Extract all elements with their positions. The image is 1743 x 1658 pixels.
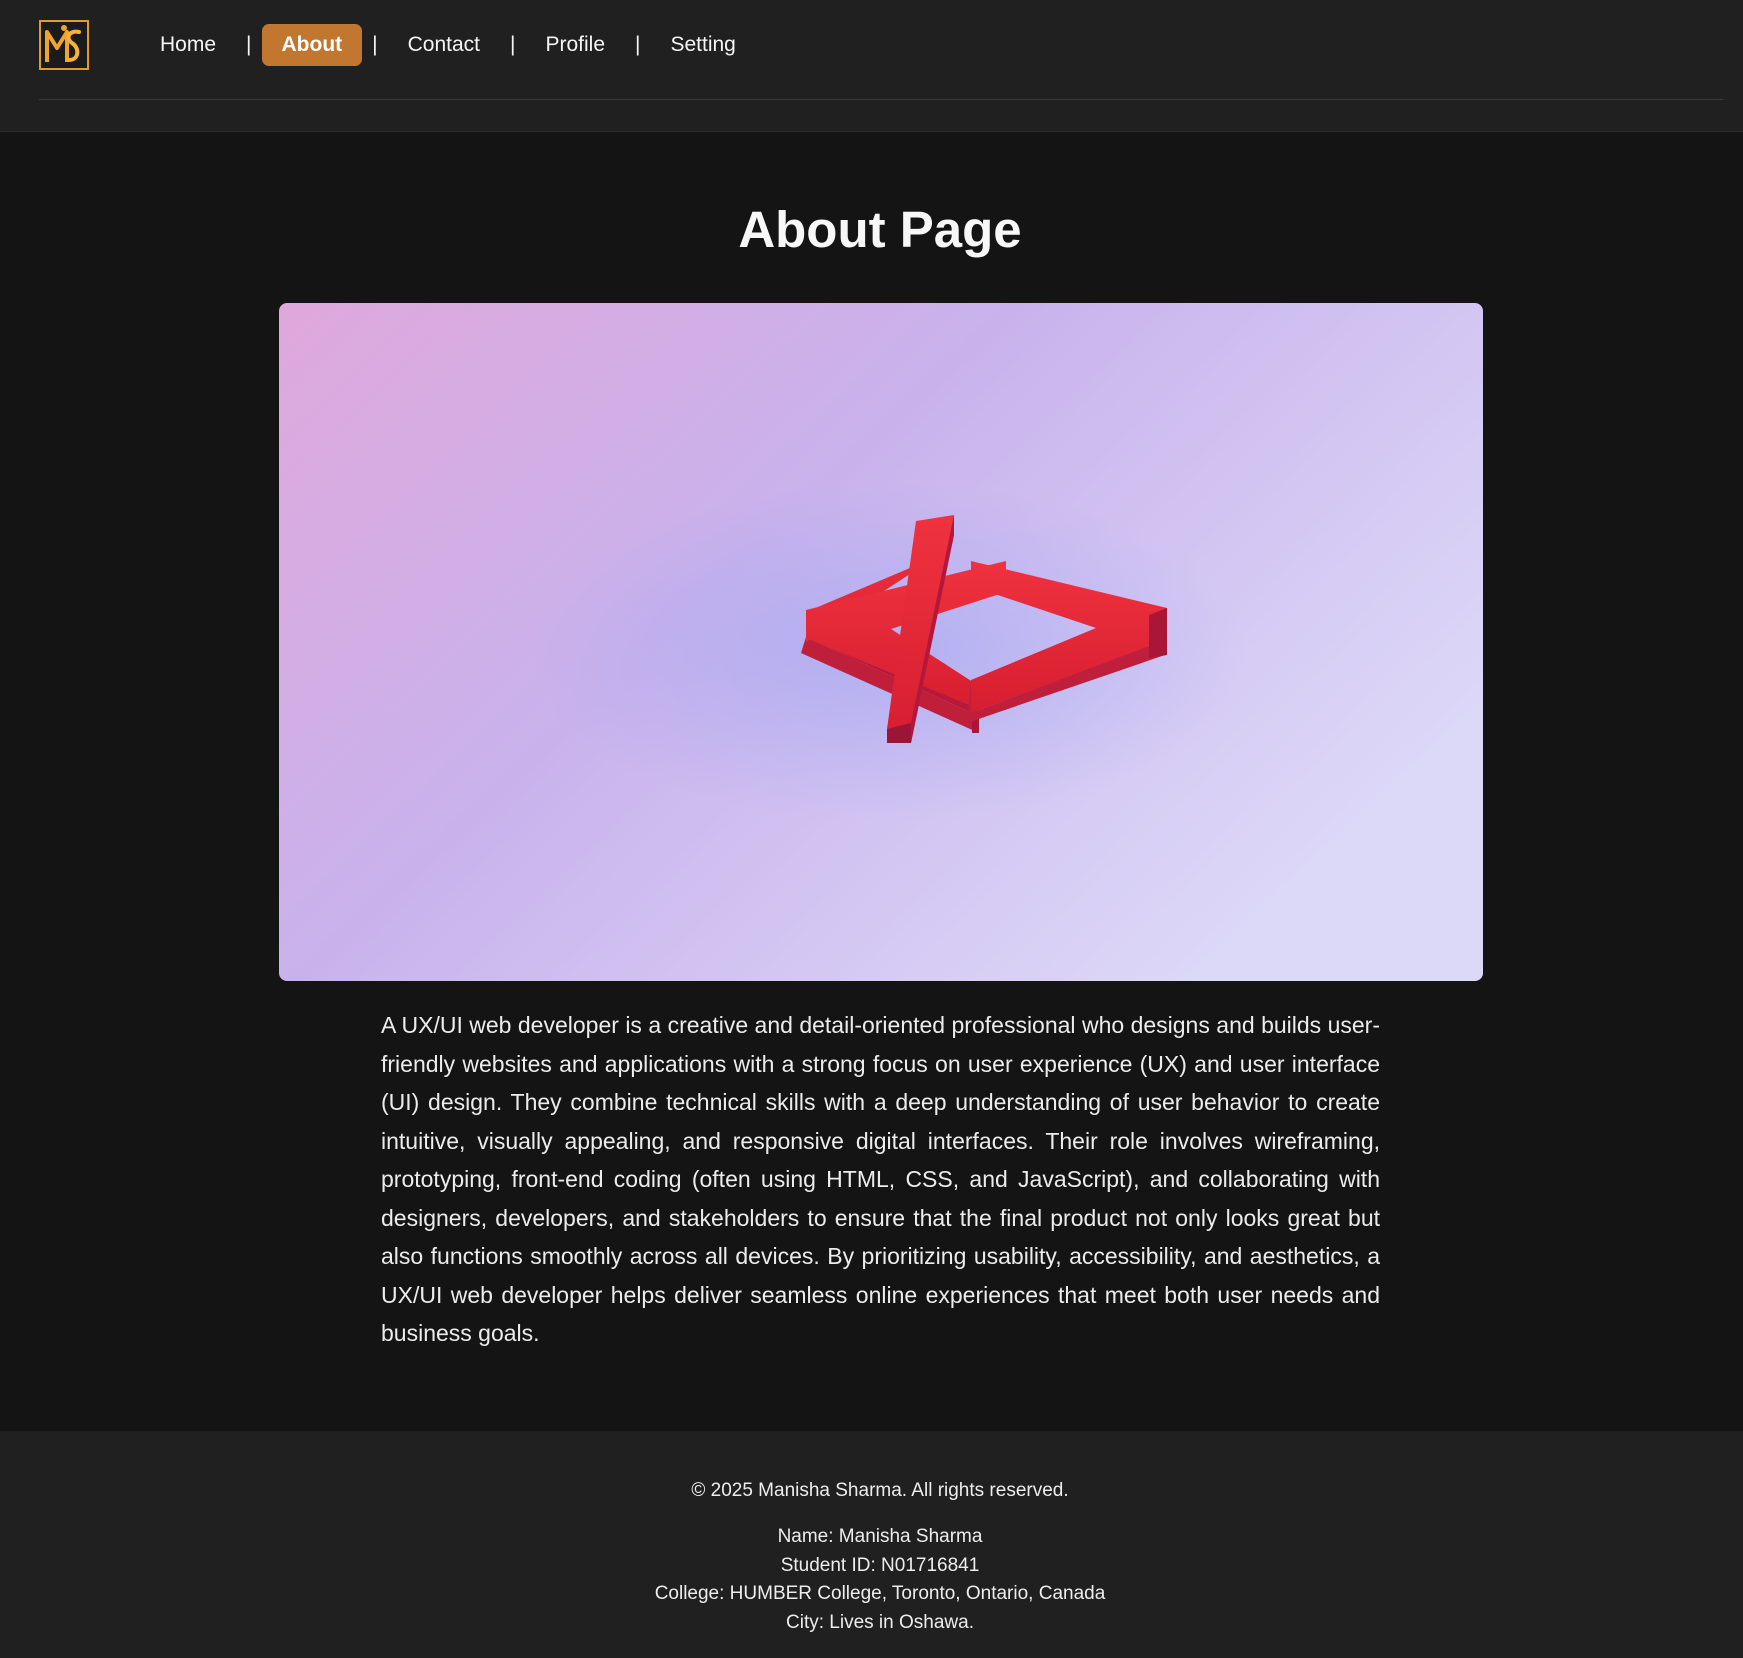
header-divider (39, 99, 1723, 100)
site-header: Home | About | Contact | Profile | Setti… (0, 0, 1743, 132)
ms-monogram-logo[interactable] (39, 20, 89, 70)
copyright-text: © 2025 Manisha Sharma. All rights reserv… (691, 1480, 1069, 1501)
student-id: Student ID: N01716841 (780, 1554, 980, 1576)
hero-image (279, 303, 1483, 981)
author-name: Name: Manisha Sharma (777, 1526, 983, 1547)
code-brackets-illustration (279, 303, 1483, 981)
nav-separator: | (510, 33, 516, 56)
nav-home-link[interactable]: Home (140, 24, 236, 66)
nav-contact-link[interactable]: Contact (388, 24, 500, 66)
site-footer: © 2025 Manisha Sharma. All rights reserv… (0, 1431, 1743, 1658)
nav-separator: | (246, 33, 252, 56)
nav-setting-link[interactable]: Setting (650, 24, 755, 66)
nav-profile-link[interactable]: Profile (525, 24, 625, 66)
college-info: College: HUMBER College, Toronto, Ontari… (654, 1583, 1106, 1604)
nav-about-link[interactable]: About (261, 24, 363, 66)
city-info: City: Lives in Oshawa. (786, 1611, 974, 1633)
author-info: Name: Manisha Sharma Student ID: N017168… (0, 1523, 1743, 1637)
main-nav: Home | About | Contact | Profile | Setti… (140, 23, 756, 67)
nav-separator: | (635, 33, 641, 56)
nav-separator: | (372, 33, 378, 56)
page-title: About Page (738, 201, 1022, 258)
about-paragraph: A UX/UI web developer is a creative and … (381, 1012, 1380, 1346)
